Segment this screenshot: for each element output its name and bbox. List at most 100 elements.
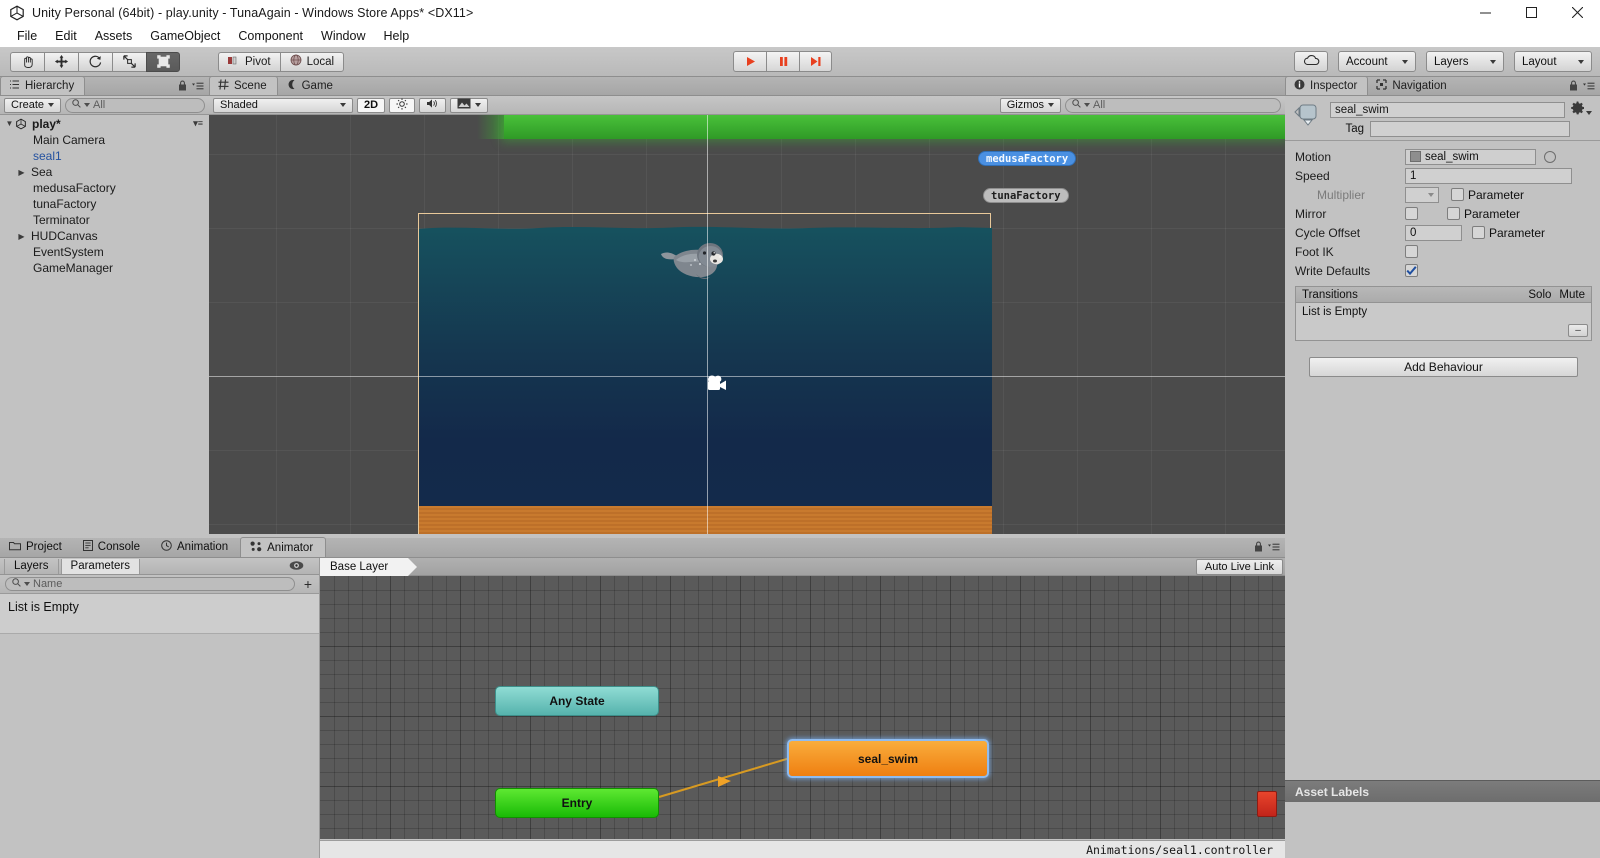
hierarchy-item-sea[interactable]: ▶ Sea	[0, 164, 209, 180]
asset-labels-bar[interactable]: Asset Labels	[1285, 780, 1600, 802]
scene-search-placeholder: All	[1093, 99, 1106, 111]
add-behaviour-button[interactable]: Add Behaviour	[1309, 357, 1578, 377]
hierarchy-item-gamemanager[interactable]: GameManager	[0, 260, 209, 276]
step-button[interactable]	[799, 51, 832, 72]
remove-transition-button[interactable]: –	[1568, 324, 1588, 337]
hierarchy-item-tunafactory[interactable]: tunaFactory	[0, 196, 209, 212]
close-button[interactable]	[1554, 0, 1600, 25]
scene-label-medusafactory[interactable]: medusaFactory	[978, 151, 1077, 166]
lock-icon[interactable]	[1569, 80, 1578, 94]
pause-button[interactable]	[766, 51, 799, 72]
tab-animation[interactable]: Animation	[152, 537, 240, 557]
tab-navigation[interactable]: Navigation	[1368, 76, 1456, 95]
tab-console[interactable]: Console	[74, 537, 152, 557]
tab-layers[interactable]: Layers	[4, 558, 59, 574]
seal-sprite	[661, 243, 723, 279]
tab-project[interactable]: Project	[0, 537, 74, 557]
eye-icon[interactable]	[289, 560, 304, 574]
pivot-toggle-button[interactable]: Pivot	[218, 51, 280, 72]
minimize-button[interactable]	[1462, 0, 1508, 25]
menu-component[interactable]: Component	[229, 27, 312, 45]
hierarchy-search-input[interactable]: All	[65, 97, 205, 113]
motion-object-field[interactable]: seal_swim	[1405, 148, 1536, 165]
scene-viewport[interactable]: medusaFactory tunaFactory	[209, 115, 1285, 534]
tab-animator[interactable]: Animator	[240, 537, 327, 557]
multiplier-parameter-checkbox[interactable]	[1451, 188, 1464, 201]
tab-scene[interactable]: Scene	[209, 76, 278, 95]
lighting-toggle-button[interactable]	[389, 97, 416, 113]
lock-icon[interactable]	[178, 80, 187, 94]
mirror-checkbox[interactable]	[1405, 207, 1418, 220]
breadcrumb[interactable]: Base Layer	[320, 557, 418, 576]
hierarchy-item-eventsystem[interactable]: EventSystem	[0, 244, 209, 260]
chevron-right-icon[interactable]: ▶	[16, 232, 27, 241]
maximize-button[interactable]	[1508, 0, 1554, 25]
mirror-parameter-checkbox[interactable]	[1447, 207, 1460, 220]
gizmos-dropdown[interactable]: Gizmos	[999, 97, 1061, 113]
scene-effects-button[interactable]	[450, 97, 489, 113]
scene-label-tunafactory[interactable]: tunaFactory	[983, 188, 1069, 203]
layers-dropdown[interactable]: Layers	[1426, 51, 1504, 72]
panel-menu-icon[interactable]	[192, 80, 204, 94]
transition-entry-to-seal-swim[interactable]	[320, 576, 1285, 839]
rotate-tool-button[interactable]	[78, 51, 112, 72]
hand-tool-button[interactable]	[10, 51, 44, 72]
menu-assets[interactable]: Assets	[86, 27, 142, 45]
account-dropdown[interactable]: Account	[1338, 51, 1416, 72]
audio-toggle-button[interactable]	[419, 97, 447, 113]
hierarchy-scene-root[interactable]: ▼ play* ▾≡	[0, 115, 209, 132]
tab-hierarchy[interactable]: Hierarchy	[0, 76, 86, 95]
tab-game[interactable]: Game	[278, 76, 343, 95]
animator-graph-canvas[interactable]: Any State seal_swim Entry	[320, 576, 1285, 839]
animator-icon	[250, 541, 262, 555]
animation-tab-label: Animation	[177, 541, 229, 553]
project-tab-label: Project	[26, 541, 62, 553]
create-dropdown-button[interactable]: Create	[4, 97, 62, 113]
panel-menu-icon[interactable]	[1268, 541, 1280, 555]
menu-help[interactable]: Help	[374, 27, 418, 45]
animator-node-any-state[interactable]: Any State	[495, 686, 659, 716]
move-tool-button[interactable]	[44, 51, 78, 72]
tab-parameters[interactable]: Parameters	[60, 558, 140, 574]
scene-search-input[interactable]: All	[1065, 97, 1281, 113]
scale-tool-button[interactable]	[112, 51, 146, 72]
rect-tool-button[interactable]	[146, 51, 180, 72]
parameter-search-input[interactable]: Name	[5, 577, 295, 591]
chevron-right-icon[interactable]: ▶	[16, 168, 27, 177]
hierarchy-item-terminator[interactable]: Terminator	[0, 212, 209, 228]
menu-window[interactable]: Window	[312, 27, 374, 45]
speed-field[interactable]: 1	[1405, 167, 1572, 184]
hierarchy-item-main-camera[interactable]: Main Camera	[0, 132, 209, 148]
hierarchy-item-medusafactory[interactable]: medusaFactory	[0, 180, 209, 196]
shading-mode-dropdown[interactable]: Shaded	[213, 97, 353, 113]
cloud-services-button[interactable]	[1294, 51, 1328, 72]
hierarchy-row-menu-icon[interactable]: ▾≡	[193, 118, 203, 129]
lock-icon[interactable]	[1254, 541, 1263, 555]
foot-ik-checkbox[interactable]	[1405, 245, 1418, 258]
toggle-2d-button[interactable]: 2D	[357, 97, 386, 113]
menu-file[interactable]: File	[8, 27, 46, 45]
panel-menu-icon[interactable]	[1583, 80, 1595, 94]
cycle-offset-parameter-checkbox[interactable]	[1472, 226, 1485, 239]
title-bar: Unity Personal (64bit) - play.unity - Tu…	[0, 0, 1600, 25]
hierarchy-item-seal1[interactable]: seal1	[0, 148, 209, 164]
animator-node-entry[interactable]: Entry	[495, 788, 659, 818]
cycle-offset-field[interactable]: 0	[1405, 224, 1462, 241]
gear-icon[interactable]	[1570, 101, 1592, 118]
add-parameter-button[interactable]: +	[301, 576, 315, 592]
layout-dropdown[interactable]: Layout	[1514, 51, 1592, 72]
tag-field[interactable]	[1370, 121, 1570, 137]
motion-select-icon[interactable]	[1544, 150, 1556, 163]
menu-gameobject[interactable]: GameObject	[141, 27, 229, 45]
animator-node-seal-swim[interactable]: seal_swim	[787, 739, 989, 778]
chevron-down-icon[interactable]: ▼	[4, 119, 15, 128]
tab-inspector[interactable]: Inspector	[1285, 76, 1369, 95]
local-toggle-button[interactable]: Local	[279, 51, 345, 72]
write-defaults-checkbox[interactable]	[1405, 264, 1418, 277]
hierarchy-item-hudcanvas[interactable]: ▶ HUDCanvas	[0, 228, 209, 244]
menu-edit[interactable]: Edit	[46, 27, 86, 45]
object-name-field[interactable]: seal_swim	[1330, 101, 1565, 118]
auto-live-link-button[interactable]: Auto Live Link	[1195, 559, 1283, 575]
animator-exit-node[interactable]	[1257, 791, 1277, 817]
play-button[interactable]	[733, 51, 766, 72]
